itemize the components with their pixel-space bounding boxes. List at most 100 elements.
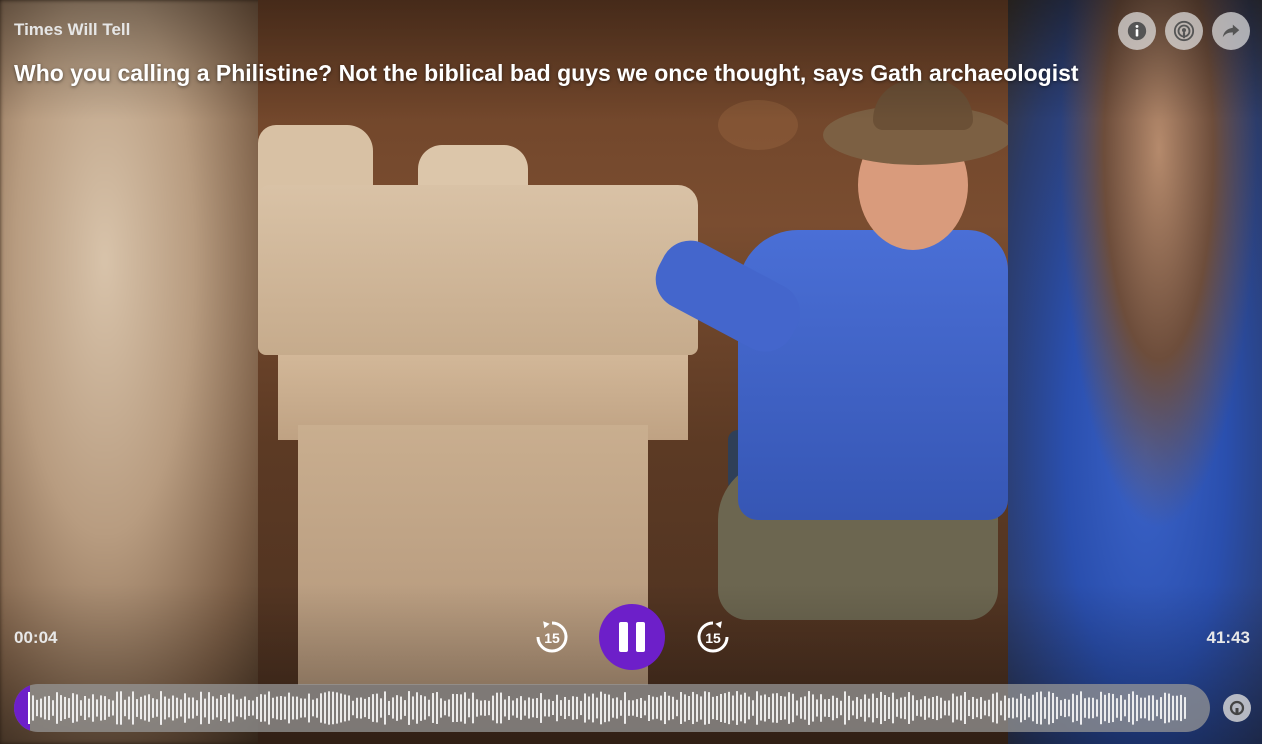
waveform-bar <box>796 700 798 716</box>
pause-button[interactable] <box>599 604 665 670</box>
waveform-bar <box>104 696 106 720</box>
rewind-15-icon: 15 <box>536 621 568 653</box>
waveform-bar <box>148 694 150 722</box>
episode-title: Who you calling a Philistine? Not the bi… <box>14 60 1079 86</box>
waveform-bar <box>1028 698 1030 718</box>
waveform-bar <box>1024 696 1026 720</box>
waveform-bar <box>972 696 974 720</box>
waveform-bar <box>1048 691 1050 725</box>
waveform-bar <box>1168 693 1170 723</box>
waveform-bar <box>116 691 118 725</box>
waveform-bar <box>964 691 966 725</box>
waveform-bar <box>136 699 138 717</box>
waveform-bar <box>648 694 650 722</box>
waveform-bar <box>532 698 534 718</box>
waveform-bar <box>216 698 218 718</box>
waveform-bar <box>616 697 618 719</box>
waveform-scrubber[interactable] <box>14 684 1210 732</box>
playhead[interactable] <box>28 692 30 724</box>
waveform-bar <box>848 695 850 721</box>
waveform-bar <box>832 695 834 721</box>
waveform-bar <box>1080 691 1082 725</box>
waveform-bar <box>980 697 982 719</box>
waveform-bar <box>312 699 314 717</box>
waveform-bar <box>860 699 862 717</box>
waveform-bar <box>388 700 390 716</box>
waveform-bar <box>596 697 598 719</box>
podcast-button[interactable] <box>1165 12 1203 50</box>
waveform-bar <box>276 696 278 720</box>
waveform-bar <box>408 691 410 725</box>
waveform-bar <box>1164 692 1166 724</box>
waveform-bar <box>1108 693 1110 723</box>
waveform-bar <box>720 693 722 723</box>
waveform-bar <box>540 693 542 723</box>
waveform-bar <box>68 698 70 718</box>
show-name[interactable]: Times Will Tell <box>14 20 130 40</box>
share-button[interactable] <box>1212 12 1250 50</box>
waveform-bar <box>700 696 702 720</box>
waveform-bar <box>1120 695 1122 721</box>
waveform-bar <box>92 694 94 722</box>
waveform-bar <box>108 699 110 717</box>
time-total: 41:43 <box>1206 628 1250 647</box>
waveform-bar <box>492 695 494 721</box>
waveform-bar <box>432 693 434 723</box>
skip-back-label: 15 <box>544 630 560 646</box>
waveform-bar <box>124 699 126 717</box>
waveform-bar <box>168 698 170 718</box>
waveform-bar <box>1088 697 1090 719</box>
waveform-bar <box>284 696 286 720</box>
waveform-bar <box>544 699 546 717</box>
waveform-bar <box>764 694 766 722</box>
waveform-bar <box>228 693 230 723</box>
waveform-bar <box>940 697 942 719</box>
waveform-bar <box>520 696 522 720</box>
waveform-bar <box>272 697 274 719</box>
waveform-bar <box>868 698 870 718</box>
waveform-bar <box>132 691 134 725</box>
waveform-bar <box>344 694 346 722</box>
waveform-bar <box>1052 692 1054 724</box>
waveform-bar <box>1016 698 1018 718</box>
waveform-bar <box>80 700 82 716</box>
waveform-bar <box>324 692 326 724</box>
waveform-bar <box>332 691 334 725</box>
waveform-bar <box>1136 694 1138 722</box>
waveform-bar <box>60 695 62 721</box>
waveform-bar <box>180 699 182 717</box>
waveform-bar <box>888 697 890 719</box>
waveform-bar <box>692 691 694 725</box>
waveform-bar <box>1084 698 1086 718</box>
waveform-bar <box>1020 693 1022 723</box>
waveform-bar <box>680 692 682 724</box>
time-elapsed: 00:04 <box>14 628 58 647</box>
waveform-bar <box>164 696 166 720</box>
waveform-bar <box>820 694 822 722</box>
waveform-bar <box>952 693 954 723</box>
waveform-bar <box>976 698 978 718</box>
waveform-bar <box>640 697 642 719</box>
waveform-bar <box>800 697 802 719</box>
skip-forward-button[interactable]: 15 <box>691 615 735 659</box>
waveform-bar <box>996 692 998 724</box>
waveform-bar <box>872 693 874 723</box>
waveform-bar <box>776 693 778 723</box>
skip-back-button[interactable]: 15 <box>530 615 574 659</box>
podcast-icon <box>1173 20 1195 42</box>
waveform-bar <box>728 691 730 725</box>
waveform-bar <box>1060 700 1062 716</box>
waveform-bar <box>160 691 162 725</box>
share-icon <box>1222 24 1240 38</box>
waveform-bar <box>1152 695 1154 721</box>
waveform-bar <box>268 691 270 725</box>
waveform-bar <box>436 692 438 724</box>
waveform-bar <box>560 700 562 716</box>
info-button[interactable] <box>1118 12 1156 50</box>
waveform-bar <box>660 695 662 721</box>
brand-logo-icon <box>1229 700 1245 716</box>
waveform-bar <box>280 696 282 720</box>
waveform-bar <box>1128 693 1130 723</box>
waveform-bar <box>1124 699 1126 717</box>
brand-logo-button[interactable] <box>1223 694 1251 722</box>
